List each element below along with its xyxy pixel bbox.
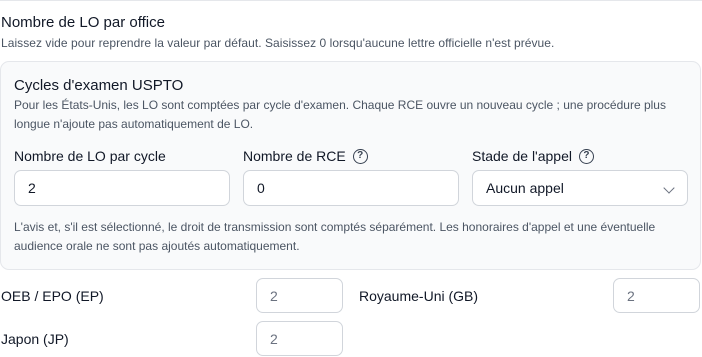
office-label-jp: Japon (JP): [1, 331, 69, 347]
office-input-ep-placeholder: 2: [270, 287, 278, 304]
section-description: Laissez vide pour reprendre la valeur pa…: [1, 36, 555, 50]
appeal-stage-select[interactable]: Aucun appel: [472, 170, 688, 206]
section-title: Nombre de LO par office: [1, 14, 165, 31]
question-circle-icon[interactable]: ?: [578, 148, 594, 164]
appeal-stage-label: Stade de l'appel ?: [472, 148, 594, 164]
rce-count-label-text: Nombre de RCE: [243, 148, 346, 164]
chevron-down-icon: [663, 182, 675, 194]
appeal-stage-selected: Aucun appel: [486, 180, 564, 196]
lo-per-cycle-input[interactable]: 2: [14, 170, 230, 206]
office-input-gb-placeholder: 2: [627, 287, 635, 304]
office-input-gb[interactable]: 2: [613, 278, 700, 313]
appeal-stage-label-text: Stade de l'appel: [472, 148, 572, 164]
uspto-card: Cycles d'examen USPTO Pour les États-Uni…: [0, 61, 701, 270]
office-input-jp-placeholder: 2: [270, 330, 278, 347]
lo-per-cycle-label: Nombre de LO par cycle: [14, 148, 166, 164]
office-label-gb: Royaume-Uni (GB): [359, 288, 479, 304]
top-divider: [0, 0, 702, 1]
rce-count-label: Nombre de RCE ?: [243, 148, 368, 164]
rce-count-input[interactable]: 0: [243, 170, 459, 206]
uspto-note: L'avis et, s'il est sélectionné, le droi…: [14, 220, 656, 253]
office-input-jp[interactable]: 2: [256, 321, 343, 356]
office-input-ep[interactable]: 2: [256, 278, 343, 313]
lo-per-cycle-label-text: Nombre de LO par cycle: [14, 148, 166, 164]
uspto-title: Cycles d'examen USPTO: [14, 77, 184, 94]
uspto-description: Pour les États-Unis, les LO sont comptée…: [14, 98, 666, 131]
lo-per-cycle-value: 2: [28, 180, 36, 196]
office-label-ep: OEB / EPO (EP): [1, 288, 104, 304]
rce-count-value: 0: [257, 180, 265, 196]
question-circle-icon[interactable]: ?: [352, 148, 368, 164]
